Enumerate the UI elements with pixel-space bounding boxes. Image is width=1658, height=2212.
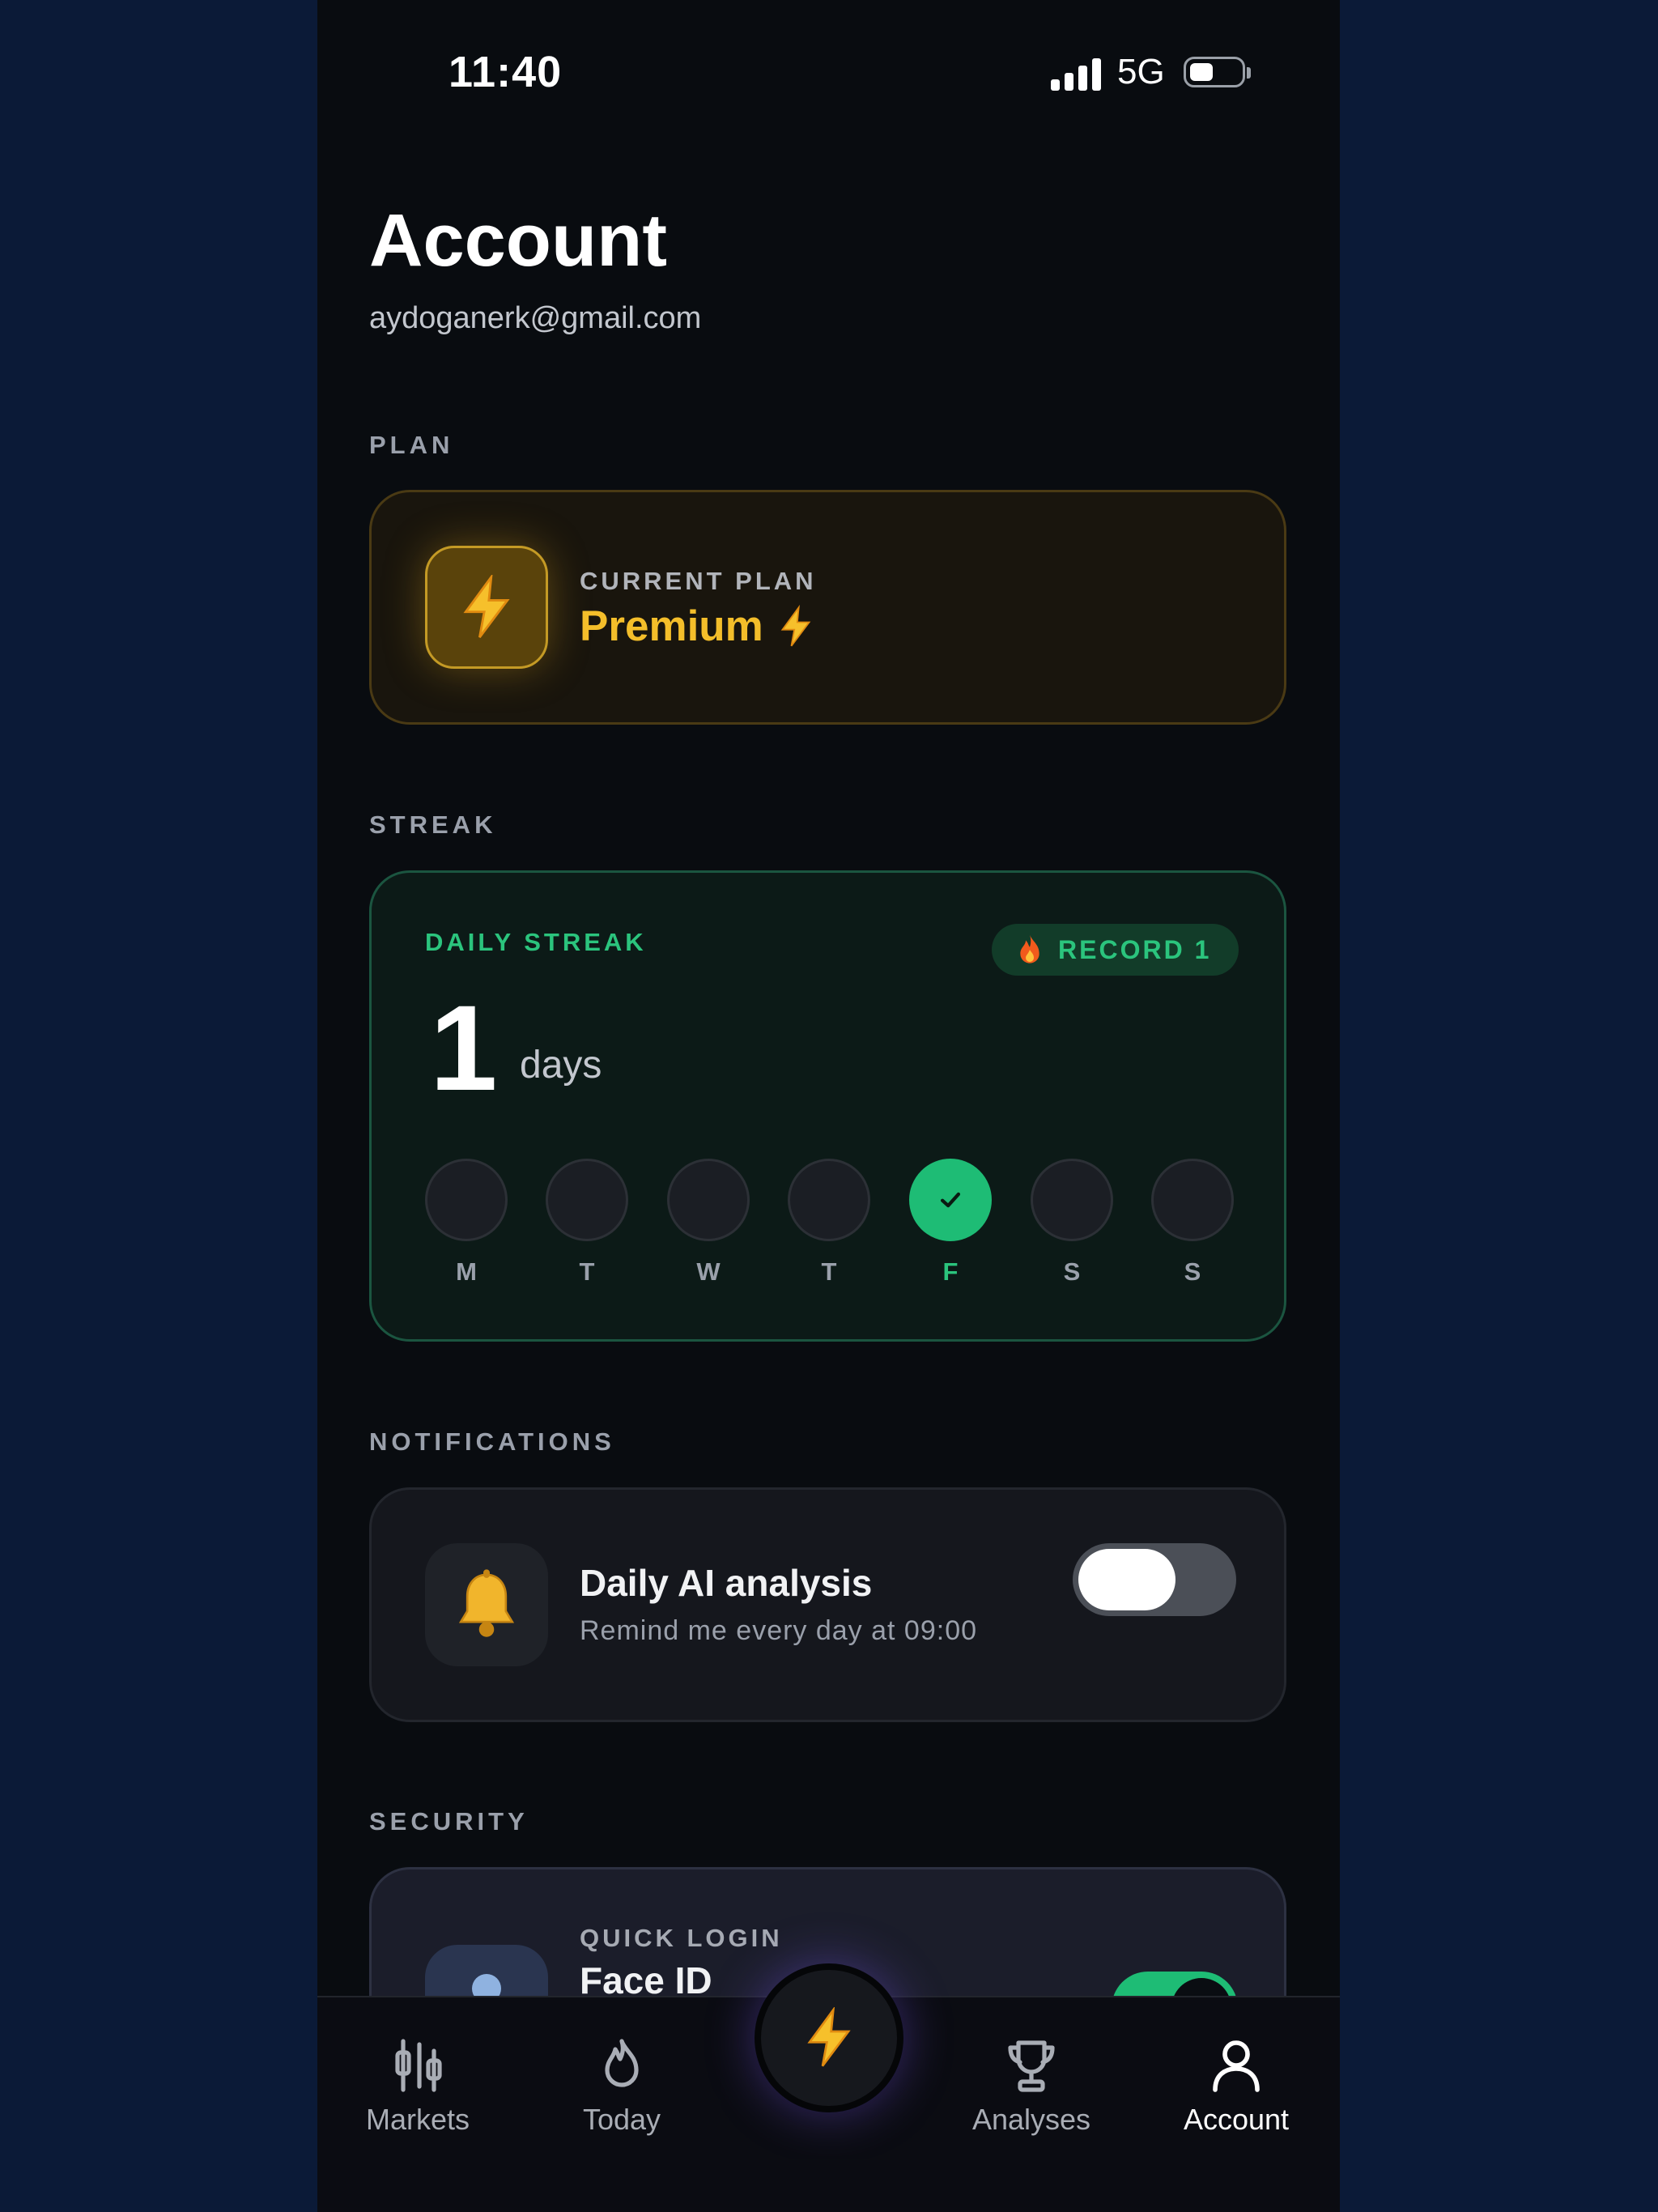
quick-login-caption: QUICK LOGIN (580, 1924, 783, 1952)
daily-analysis-notification-row: Daily AI analysis Remind me every day at… (369, 1487, 1286, 1722)
battery-icon (1184, 57, 1251, 87)
day-indicator (1031, 1159, 1113, 1241)
tab-label: Analyses (971, 2103, 1091, 2136)
phone-screen: 11:40 5G Account aydoganerk@gmail.com PL… (317, 0, 1340, 2212)
current-plan-card[interactable]: CURRENT PLAN Premium (369, 490, 1286, 725)
day-indicator (425, 1159, 508, 1241)
notification-title: Daily AI analysis (580, 1562, 873, 1604)
daily-streak-card: DAILY STREAK RECORD 1 1 days M T W T F S… (369, 870, 1286, 1342)
lightning-bolt-icon (425, 546, 548, 669)
lightning-bolt-icon (780, 604, 811, 646)
flame-icon (605, 2039, 639, 2087)
tab-markets[interactable]: Markets (321, 2036, 515, 2137)
tab-label: Markets (365, 2103, 470, 2136)
network-type: 5G (1117, 52, 1165, 91)
plan-caption: CURRENT PLAN (580, 567, 817, 595)
streak-count: 1 (430, 980, 498, 1116)
streak-day: M (425, 1159, 508, 1287)
tab-today[interactable]: Today (525, 2036, 719, 2137)
day-label: T (821, 1257, 837, 1286)
page-title: Account (369, 199, 667, 282)
plan-name: Premium (580, 602, 814, 651)
tab-label: Account (1183, 2103, 1290, 2136)
tab-account[interactable]: Account (1139, 2036, 1333, 2137)
day-label: S (1063, 1257, 1081, 1286)
day-label: W (696, 1257, 721, 1286)
candlestick-chart-icon (395, 2039, 442, 2092)
day-indicator (1151, 1159, 1234, 1241)
day-indicator-done (909, 1159, 992, 1241)
ai-analysis-fab[interactable] (755, 1963, 903, 2112)
tab-analyses[interactable]: Analyses (934, 2036, 1129, 2137)
streak-unit: days (520, 1044, 602, 1087)
streak-day: T (788, 1159, 870, 1287)
record-badge: RECORD 1 (992, 924, 1239, 976)
trophy-icon (1008, 2040, 1055, 2092)
section-label-streak: STREAK (369, 810, 497, 839)
day-label: T (579, 1257, 595, 1286)
daily-analysis-toggle[interactable] (1073, 1543, 1236, 1616)
checkmark-icon (940, 1192, 961, 1208)
day-label: S (1184, 1257, 1201, 1286)
plan-name-text: Premium (580, 602, 763, 650)
day-indicator (667, 1159, 750, 1241)
day-label: F (942, 1257, 959, 1286)
signal-icon (1051, 57, 1103, 91)
streak-day: S (1151, 1159, 1234, 1287)
user-icon (1213, 2040, 1260, 2092)
record-label: RECORD 1 (1058, 934, 1212, 964)
flame-icon (1020, 934, 1039, 963)
section-label-security: SECURITY (369, 1807, 529, 1836)
day-indicator (788, 1159, 870, 1241)
day-indicator (546, 1159, 628, 1241)
tab-label: Today (582, 2103, 661, 2136)
streak-day: T (546, 1159, 628, 1287)
section-label-plan: PLAN (369, 431, 454, 459)
bell-icon (425, 1543, 548, 1666)
account-email: aydoganerk@gmail.com (369, 301, 702, 335)
status-time: 11:40 (449, 48, 563, 96)
streak-caption: DAILY STREAK (425, 928, 647, 956)
day-label: M (456, 1257, 477, 1286)
streak-day: S (1031, 1159, 1113, 1287)
streak-day: W (667, 1159, 750, 1287)
notification-subtitle: Remind me every day at 09:00 (580, 1615, 978, 1646)
lightning-bolt-icon (807, 2007, 851, 2067)
streak-day-completed: F (909, 1159, 992, 1287)
section-label-notifications: NOTIFICATIONS (369, 1427, 615, 1456)
